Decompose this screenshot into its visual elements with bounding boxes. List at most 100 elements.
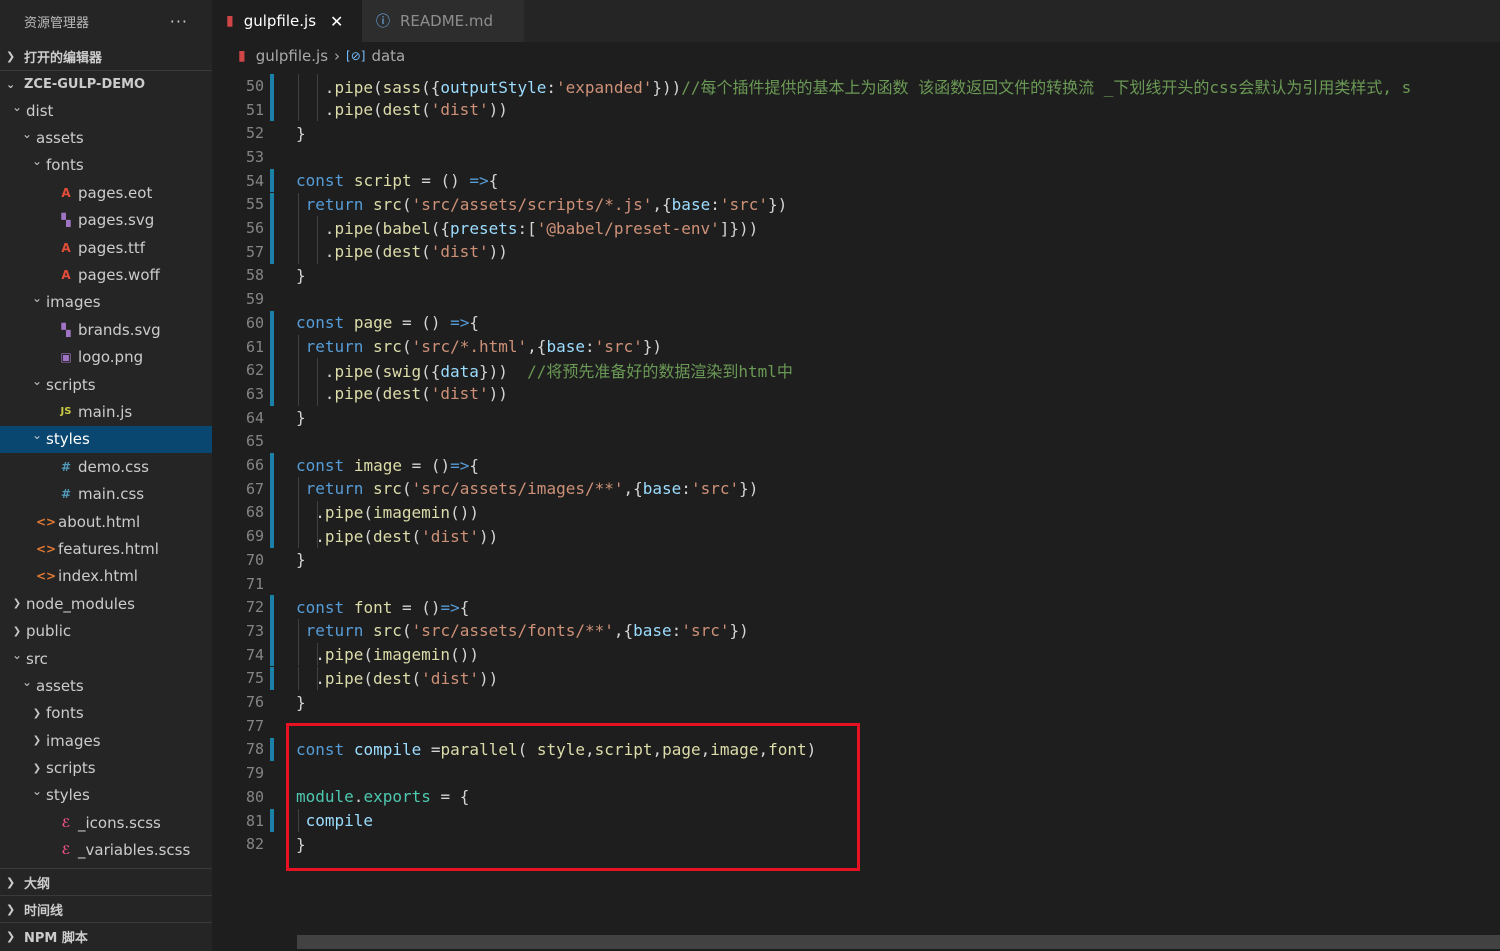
tree-file[interactable]: # demo.css xyxy=(0,453,212,480)
open-editors-section[interactable]: ❯ 打开的编辑器 xyxy=(0,42,212,70)
code-line[interactable]: 81 compile xyxy=(212,808,1500,833)
tree-file[interactable]: ▚ brands.svg xyxy=(0,316,212,343)
code-line[interactable]: 56 .pipe(babel({presets:['@babel/preset-e… xyxy=(212,216,1500,240)
breadcrumb-symbol[interactable]: data xyxy=(371,47,405,65)
tree-file[interactable]: ▚ pages.svg xyxy=(0,207,212,234)
code-line[interactable]: 61 return src('src/*.html',{base:'src'}) xyxy=(212,334,1500,359)
code-line[interactable]: 58} xyxy=(212,264,1500,288)
tree-folder[interactable]: ⌄ images xyxy=(0,289,212,316)
code-line[interactable]: 59 xyxy=(212,287,1500,311)
code-text: .pipe(imagemin()) xyxy=(315,502,479,522)
code-line[interactable]: 54 const script = () =>{ xyxy=(212,168,1500,193)
git-gutter xyxy=(264,453,284,477)
code-line[interactable]: 73 return src('src/assets/fonts/**',{base… xyxy=(212,619,1500,643)
tab-readme[interactable]: ⓘ README.md xyxy=(362,0,524,42)
code-line[interactable]: 76} xyxy=(212,690,1500,714)
tree-file[interactable]: Apages.woff xyxy=(0,261,212,288)
tree-folder[interactable]: ⌄ styles xyxy=(0,425,212,454)
line-number: 54 xyxy=(245,171,264,190)
git-change-marker xyxy=(270,358,274,383)
tree-file[interactable]: <> index.html xyxy=(0,563,212,590)
tree-item-label: scripts xyxy=(46,759,96,778)
code-line[interactable]: 57 .pipe(dest('dist')) xyxy=(212,239,1500,264)
tree-folder[interactable]: ❯ fonts xyxy=(0,700,212,727)
code-line[interactable]: 65 xyxy=(212,430,1500,454)
indent-guide xyxy=(317,74,319,98)
code-line[interactable]: 60 const page = () =>{ xyxy=(212,311,1500,335)
code-line[interactable]: 53 xyxy=(212,145,1500,169)
horizontal-scrollbar[interactable] xyxy=(297,935,1500,949)
tree-folder[interactable]: ⌄ src xyxy=(0,645,212,672)
symbol-variable-icon: [⊘] xyxy=(346,49,366,63)
code-line[interactable]: 67 return src('src/assets/images/**',{bas… xyxy=(212,476,1500,501)
tree-folder[interactable]: ⌄ scripts xyxy=(0,371,212,398)
breadcrumb-file[interactable]: gulpfile.js xyxy=(256,47,328,65)
git-gutter xyxy=(264,168,284,193)
code-line[interactable]: 77 xyxy=(212,714,1500,738)
code-line[interactable]: 66 const image = ()=>{ xyxy=(212,453,1500,477)
code-line[interactable]: 55 return src('src/assets/scripts/*.js',{… xyxy=(212,192,1500,217)
close-icon[interactable]: ✕ xyxy=(330,12,343,31)
tree-folder[interactable]: ⌄ fonts xyxy=(0,152,212,179)
more-actions-icon[interactable]: ··· xyxy=(170,12,188,31)
code-line[interactable]: 80 module.exports = { xyxy=(212,785,1500,809)
project-section[interactable]: ⌄ ZCE-GULP-DEMO xyxy=(0,70,212,97)
tree-folder[interactable]: ⌄ assets xyxy=(0,124,212,151)
tree-item-label: pages.ttf xyxy=(78,238,146,257)
tab-bar: ▮ gulpfile.js ✕ ⓘ README.md xyxy=(212,0,1500,42)
code-line[interactable]: 51 .pipe(dest('dist')) xyxy=(212,97,1500,122)
line-number: 82 xyxy=(245,835,264,854)
code-line[interactable]: 78 const compile =parallel( style,script,… xyxy=(212,737,1500,762)
timeline-section[interactable]: ❯ 时间线 xyxy=(0,895,212,922)
indent-guide xyxy=(298,476,299,501)
outline-section[interactable]: ❯ 大纲 xyxy=(0,868,212,895)
code-line[interactable]: 63 .pipe(dest('dist')) xyxy=(212,382,1500,406)
code-editor[interactable]: 50 .pipe(sass({outputStyle:'expanded'}))/… xyxy=(212,73,1500,951)
tree-folder[interactable]: ❯ scripts xyxy=(0,754,212,781)
indent-guide xyxy=(298,192,299,217)
tree-folder[interactable]: ⌄ assets xyxy=(0,672,212,699)
code-line[interactable]: 72 const font = ()=>{ xyxy=(212,595,1500,620)
line-number: 53 xyxy=(245,147,264,166)
code-line[interactable]: 64} xyxy=(212,406,1500,430)
font-file-icon: A xyxy=(61,185,71,200)
code-line[interactable]: 52} xyxy=(212,121,1500,145)
tree-file[interactable]: <> about.html xyxy=(0,508,212,535)
code-line[interactable]: 71 xyxy=(212,572,1500,596)
tree-folder[interactable]: ❯ images xyxy=(0,727,212,754)
explorer-header: 资源管理器 ··· xyxy=(0,0,212,42)
code-line[interactable]: 82} xyxy=(212,832,1500,856)
tree-file[interactable]: ℰ _icons.scss xyxy=(0,809,212,836)
git-gutter xyxy=(264,216,284,240)
tree-file[interactable]: ▣ logo.png xyxy=(0,344,212,371)
git-change-marker xyxy=(270,382,274,406)
editor-area: ▮ gulpfile.js ✕ ⓘ README.md ▮ gulpfile.j… xyxy=(212,0,1500,951)
code-line[interactable]: 79 xyxy=(212,761,1500,785)
code-line[interactable]: 69 .pipe(dest('dist')) xyxy=(212,524,1500,548)
tree-file[interactable]: Apages.eot xyxy=(0,179,212,206)
tree-file[interactable]: Apages.ttf xyxy=(0,234,212,261)
npm-scripts-section[interactable]: ❯ NPM 脚本 xyxy=(0,922,212,949)
indent-guide xyxy=(317,500,319,525)
tree-folder[interactable]: ⌄ styles xyxy=(0,782,212,809)
line-number: 67 xyxy=(245,479,264,498)
code-line[interactable]: 70} xyxy=(212,548,1500,572)
indent-guide xyxy=(317,666,319,691)
git-change-marker xyxy=(270,595,274,620)
tab-gulpfile[interactable]: ▮ gulpfile.js ✕ xyxy=(212,0,362,42)
code-line[interactable]: 74 .pipe(imagemin()) xyxy=(212,642,1500,667)
code-line[interactable]: 68 .pipe(imagemin()) xyxy=(212,500,1500,525)
tree-file[interactable]: # main.css xyxy=(0,480,212,507)
code-line[interactable]: 62 .pipe(swig({data})) //将预先准备好的数据渲染到html… xyxy=(212,358,1500,383)
code-line[interactable]: 50 .pipe(sass({outputStyle:'expanded'}))/… xyxy=(212,74,1500,98)
code-line[interactable]: 75 .pipe(dest('dist')) xyxy=(212,666,1500,691)
tree-item-label: styles xyxy=(46,786,90,805)
tree-folder[interactable]: ⌄ dist xyxy=(0,97,212,124)
tree-file[interactable]: <> features.html xyxy=(0,535,212,562)
tree-file[interactable]: JS main.js xyxy=(0,398,212,425)
tree-folder[interactable]: ❯ public xyxy=(0,617,212,644)
tree-file[interactable]: ℰ _variables.scss xyxy=(0,837,212,864)
code-text: .pipe(imagemin()) xyxy=(315,645,479,665)
git-gutter xyxy=(264,430,284,454)
tree-folder[interactable]: ❯ node_modules xyxy=(0,590,212,617)
